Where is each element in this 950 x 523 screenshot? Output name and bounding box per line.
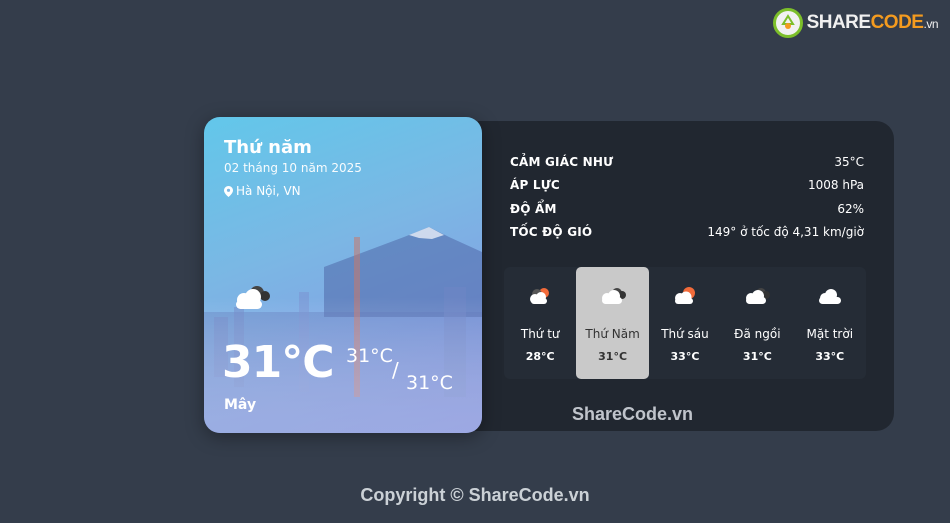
copyright-footer: Copyright © ShareCode.vn (360, 485, 590, 505)
stat-row-humidity: ĐỘ ẨM 62% (510, 197, 864, 221)
forecast-day-thursday[interactable]: Thứ Năm 31°C (576, 267, 649, 379)
location-text: Hà Nội, VN (236, 184, 301, 198)
map-pin-icon (224, 185, 233, 197)
current-temperature: 31°C (222, 337, 335, 388)
weather-widget: Thứ năm 02 tháng 10 năm 2025 Hà Nội, VN … (204, 117, 894, 433)
condition-text: Mây (224, 397, 257, 413)
sharecode-logo: SHARECODE.vn (772, 8, 939, 38)
forecast-day-name: Thứ tư (520, 327, 560, 341)
cloud-icon (742, 285, 772, 311)
forecast-day-temp: 28°C (525, 350, 555, 363)
forecast-day-name: Đã ngồi (734, 327, 781, 341)
stat-label: ĐỘ ẨM (510, 201, 557, 216)
forecast-day-temp: 31°C (598, 350, 628, 363)
stat-value: 35°C (834, 154, 864, 169)
stat-value: 149° ở tốc độ 4,31 km/giờ (707, 225, 864, 240)
recycle-logo-icon (772, 8, 803, 38)
forecast-day-temp: 33°C (815, 350, 845, 363)
weather-stats: CẢM GIÁC NHƯ 35°C ÁP LỰC 1008 hPa ĐỘ ẨM … (510, 150, 864, 244)
date-text: 02 tháng 10 năm 2025 (224, 161, 362, 175)
day-name: Thứ năm (224, 137, 312, 158)
temp-separator: / (392, 358, 399, 382)
stat-value: 1008 hPa (807, 178, 864, 193)
forecast-day-saturday[interactable]: Đã ngồi 31°C (721, 267, 793, 379)
stat-row-wind: TỐC ĐỘ GIÓ 149° ở tốc độ 4,31 km/giờ (510, 221, 864, 245)
sun-cloud-icon (671, 285, 699, 311)
stat-row-pressure: ÁP LỰC 1008 hPa (510, 174, 864, 198)
forecast-list: Thứ tư 28°C Thứ Năm 31°C Thứ sáu 33°C Đã… (504, 267, 866, 379)
stat-label: TỐC ĐỘ GIÓ (510, 225, 593, 240)
cloud-icon (816, 285, 844, 311)
forecast-day-wednesday[interactable]: Thứ tư 28°C (504, 267, 576, 379)
forecast-day-friday[interactable]: Thứ sáu 33°C (649, 267, 721, 379)
stat-row-feels-like: CẢM GIÁC NHƯ 35°C (510, 150, 864, 174)
cloud-icon (598, 285, 628, 311)
forecast-day-temp: 31°C (742, 350, 772, 363)
sun-cloud-icon (527, 285, 553, 311)
current-weather-card: Thứ năm 02 tháng 10 năm 2025 Hà Nội, VN … (204, 117, 482, 433)
location: Hà Nội, VN (224, 184, 301, 198)
forecast-day-name: Thứ Năm (585, 327, 640, 341)
temp-low: 31°C (406, 372, 453, 394)
logo-text: SHARECODE.vn (806, 12, 939, 33)
forecast-day-name: Thứ sáu (661, 327, 709, 341)
stat-label: CẢM GIÁC NHƯ (510, 154, 614, 169)
stat-label: ÁP LỰC (510, 178, 560, 193)
forecast-day-temp: 33°C (670, 350, 700, 363)
forecast-day-name: Mặt trời (806, 327, 854, 341)
temp-high: 31°C (346, 345, 393, 367)
cloud-icon (230, 283, 274, 317)
forecast-day-sunday[interactable]: Mặt trời 33°C (794, 267, 866, 379)
stat-value: 62% (837, 201, 864, 216)
watermark-text: ShareCode.vn (572, 404, 694, 424)
